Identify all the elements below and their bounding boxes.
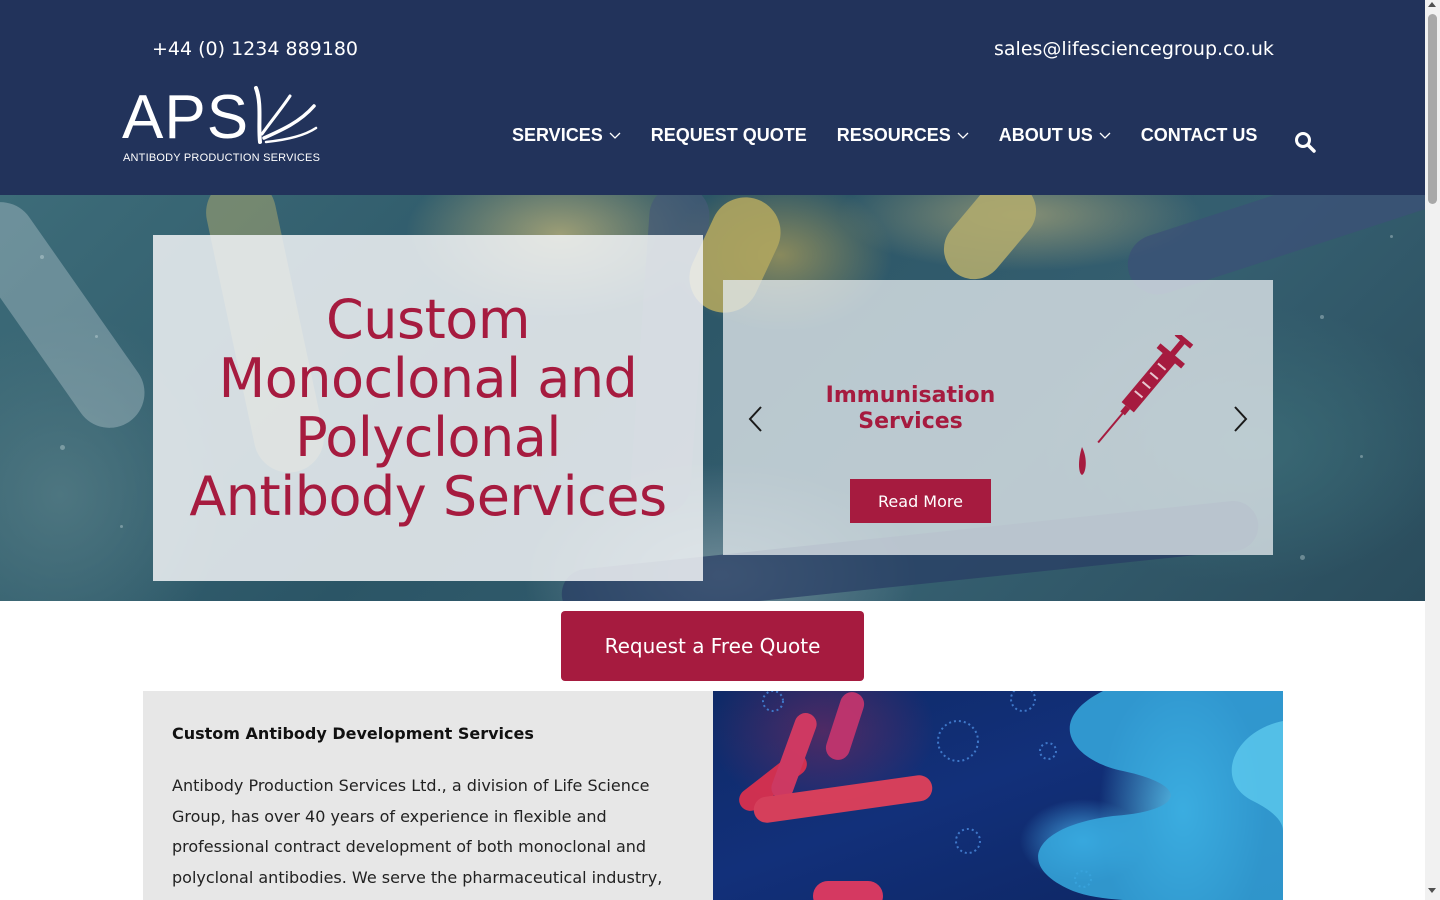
- logo-wordmark: APS: [122, 83, 250, 152]
- chevron-left-icon[interactable]: [745, 404, 765, 434]
- nav-item-label: REQUEST QUOTE: [650, 124, 807, 145]
- email-link[interactable]: sales@lifesciencegroup.co.uk: [994, 38, 1274, 60]
- main-nav: SERVICES REQUEST QUOTE RESOURCES ABOUT U…: [512, 122, 1287, 148]
- nav-item-about-us[interactable]: ABOUT US: [999, 125, 1111, 146]
- slide-title: Immunisation Services: [825, 383, 996, 434]
- nav-item-label: SERVICES: [512, 124, 603, 145]
- search-icon[interactable]: [1294, 131, 1316, 153]
- nav-item-label: ABOUT US: [998, 124, 1093, 145]
- nav-item-services[interactable]: SERVICES: [512, 125, 621, 146]
- particle: [1390, 235, 1393, 238]
- chevron-down-icon: [1099, 132, 1111, 139]
- bacteria-shape: [931, 195, 1049, 292]
- syringe-icon: [1079, 335, 1194, 475]
- logo-leaf-icon: [254, 86, 318, 144]
- page-scrollbar[interactable]: [1425, 0, 1440, 900]
- nav-item-contact-us[interactable]: CONTACT US: [1141, 125, 1258, 146]
- site-logo[interactable]: APS ANTIBODY PRODUCTION SERVICES: [122, 84, 322, 168]
- chevron-down-icon: [957, 132, 969, 139]
- nav-item-request-quote[interactable]: REQUEST QUOTE: [651, 125, 807, 146]
- logo-tagline: ANTIBODY PRODUCTION SERVICES: [123, 152, 321, 164]
- bacteria-shape: [0, 195, 159, 442]
- nav-item-label: CONTACT US: [1140, 124, 1258, 145]
- particle: [40, 255, 44, 259]
- nav-item-resources[interactable]: RESOURCES: [837, 125, 969, 146]
- particle: [1320, 315, 1324, 319]
- site-header: +44 (0) 1234 889180 sales@lifesciencegro…: [0, 0, 1425, 195]
- intro-heading: Custom Antibody Development Services: [172, 724, 534, 743]
- intro-panel: Custom Antibody Development Services Ant…: [143, 691, 713, 900]
- particle: [1300, 555, 1305, 560]
- particle: [95, 335, 98, 338]
- particle: [120, 525, 123, 528]
- antibody-image: [713, 691, 1283, 900]
- chevron-right-icon[interactable]: [1231, 404, 1251, 434]
- hero-title: Custom Monoclonal and Polyclonal Antibod…: [189, 288, 667, 528]
- particle: [1360, 455, 1363, 458]
- particle: [60, 445, 65, 450]
- scroll-down-arrow[interactable]: [1428, 888, 1436, 893]
- intro-body: Antibody Production Services Ltd., a div…: [172, 776, 663, 887]
- request-quote-button[interactable]: Request a Free Quote: [561, 611, 864, 681]
- scroll-thumb[interactable]: [1428, 14, 1437, 204]
- phone-number[interactable]: +44 (0) 1234 889180: [152, 38, 358, 60]
- antibody-illustration: [739, 691, 1283, 900]
- read-more-button[interactable]: Read More: [850, 479, 991, 523]
- services-slider: Immunisation Services Read More: [723, 280, 1273, 555]
- chevron-down-icon: [609, 132, 621, 139]
- hero-banner: Custom Monoclonal and Polyclonal Antibod…: [0, 195, 1425, 601]
- nav-item-label: RESOURCES: [836, 124, 951, 145]
- hero-title-panel: Custom Monoclonal and Polyclonal Antibod…: [153, 235, 703, 581]
- scroll-up-arrow[interactable]: [1428, 2, 1436, 7]
